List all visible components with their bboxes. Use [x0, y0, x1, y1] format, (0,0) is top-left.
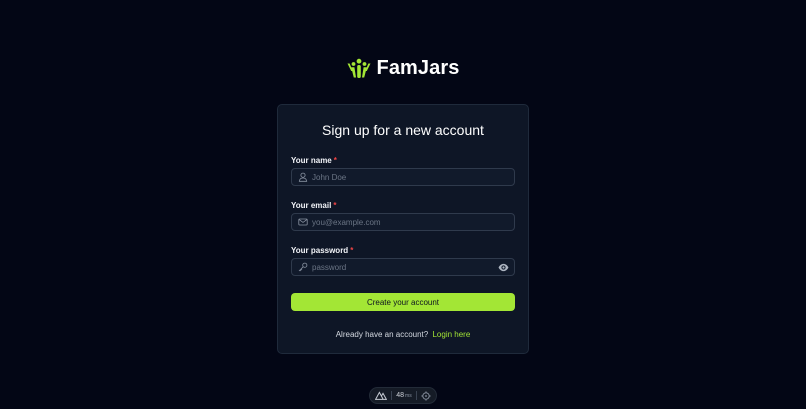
dev-toolbar-divider — [415, 391, 417, 400]
name-input[interactable] — [308, 169, 514, 185]
eye-icon[interactable] — [498, 262, 509, 273]
password-label: Your password * — [291, 246, 353, 255]
render-time: 48 ms — [396, 392, 411, 399]
password-field[interactable] — [291, 258, 515, 276]
name-label: Your name * — [291, 156, 337, 165]
nuxt-logo-icon[interactable] — [375, 391, 387, 400]
name-field[interactable] — [291, 168, 515, 186]
required-marker: * — [333, 156, 337, 165]
key-icon — [298, 262, 308, 272]
required-marker: * — [333, 201, 337, 210]
password-input[interactable] — [308, 259, 498, 275]
render-time-unit: ms — [405, 393, 412, 399]
create-account-button[interactable]: Create your account — [291, 293, 515, 311]
user-icon — [298, 172, 308, 182]
required-marker: * — [350, 246, 354, 255]
login-prompt-text: Already have an account? — [335, 330, 429, 339]
mail-icon — [298, 218, 308, 226]
email-field[interactable] — [291, 213, 515, 231]
target-icon[interactable] — [421, 390, 431, 401]
email-label-text: Your email — [291, 201, 332, 210]
dev-toolbar-divider — [391, 391, 393, 400]
login-prompt: Already have an account? Login here — [278, 330, 528, 339]
email-input[interactable] — [308, 214, 514, 230]
brand-header: FamJars — [0, 57, 806, 80]
card-title: Sign up for a new account — [322, 122, 484, 138]
password-label-text: Your password — [291, 246, 349, 255]
people-logo-icon — [347, 58, 370, 78]
dev-toolbar: 48 ms — [369, 387, 437, 404]
signup-page: FamJars Sign up for a new account Your n… — [0, 0, 806, 409]
login-link[interactable]: Login here — [432, 330, 470, 339]
brand-name: FamJars — [376, 57, 460, 79]
email-label: Your email * — [291, 201, 336, 210]
signup-card: Sign up for a new account Your name* You… — [277, 104, 529, 354]
render-time-value: 48 — [396, 392, 405, 399]
name-label-text: Your name — [291, 156, 332, 165]
